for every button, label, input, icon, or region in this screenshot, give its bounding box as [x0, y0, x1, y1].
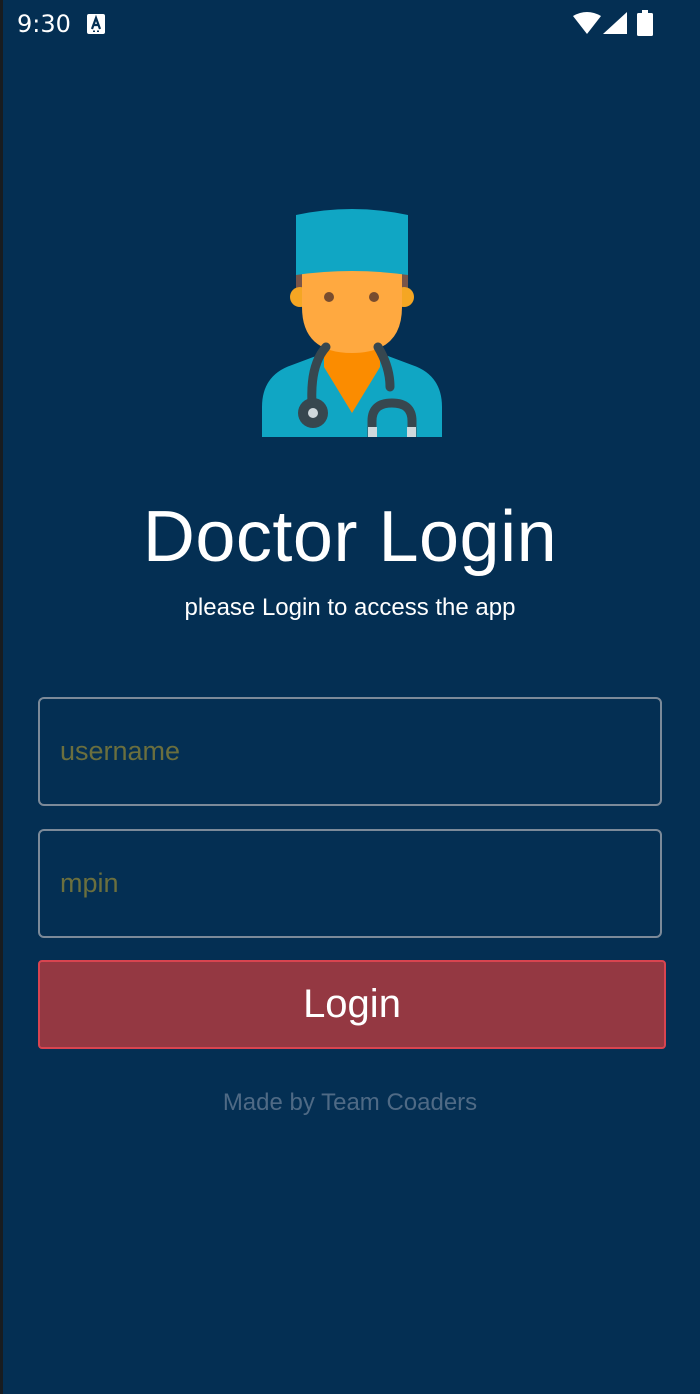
battery-icon	[637, 10, 653, 36]
login-screen: 9:30 Doctor Login please Login to access…	[0, 0, 700, 1394]
mpin-field[interactable]	[38, 829, 662, 938]
accessibility-icon	[87, 14, 105, 34]
username-input[interactable]	[60, 699, 640, 804]
page-title: Doctor Login	[142, 497, 558, 577]
status-bar: 9:30	[0, 0, 700, 48]
doctor-icon	[262, 209, 442, 437]
username-field[interactable]	[38, 697, 662, 806]
window-edge	[0, 0, 3, 1394]
footer-credit: Made by Team Coaders	[222, 1089, 478, 1116]
signal-icon	[603, 12, 627, 34]
page-subtitle: please Login to access the app	[184, 594, 516, 621]
login-button[interactable]: Login	[38, 960, 666, 1049]
wifi-icon	[573, 12, 601, 34]
mpin-input[interactable]	[60, 831, 640, 936]
status-time: 9:30	[17, 10, 71, 38]
